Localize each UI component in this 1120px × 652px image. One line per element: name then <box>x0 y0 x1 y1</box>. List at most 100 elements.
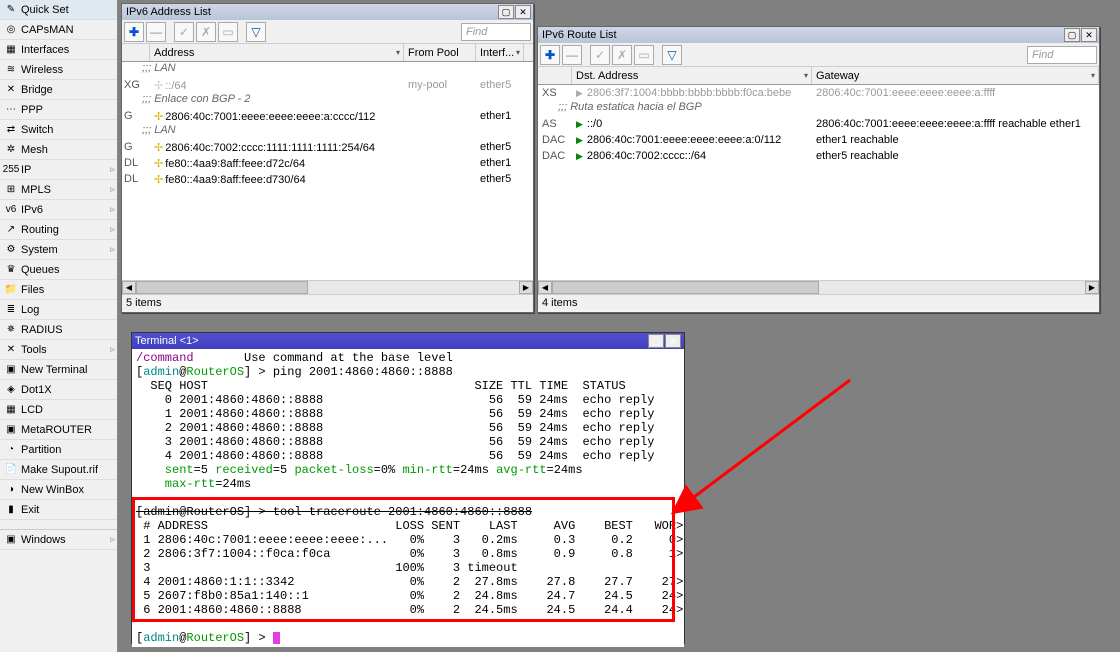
col-gateway[interactable]: Gateway▾ <box>812 67 1099 84</box>
sidebar-item-partition[interactable]: ◔Partition <box>0 440 117 460</box>
comment-row: ;;; Ruta estatica hacia el BGP <box>538 101 1099 116</box>
table-row[interactable]: AS▶::/02806:40c:7001:eeee:eeee:eeee:a:ff… <box>538 116 1099 132</box>
sidebar-label: Quick Set <box>21 4 114 16</box>
flags-cell: DL <box>122 157 150 169</box>
col-flags[interactable] <box>538 67 572 84</box>
sidebar-item-routing[interactable]: ↗Routing▹ <box>0 220 117 240</box>
sidebar-item-files[interactable]: 📁Files <box>0 280 117 300</box>
table-row[interactable]: G✢2806:40c:7001:eeee:eeee:eeee:a:cccc/11… <box>122 108 533 124</box>
table-row[interactable]: G✢2806:40c:7002:cccc:1111:1111:1111:254/… <box>122 139 533 155</box>
find-input[interactable]: Find <box>461 23 531 41</box>
filter-button[interactable]: ▽ <box>662 45 682 65</box>
table-row[interactable]: DL✢fe80::4aa9:8aff:feee:d72c/64ether1 <box>122 155 533 171</box>
table-row[interactable]: DAC▶2806:40c:7002:cccc::/64ether5 reacha… <box>538 148 1099 164</box>
address-icon: ✢ <box>154 158 163 170</box>
table-row[interactable]: XS▶2806:3f7:1004:bbbb:bbbb:bbbb:f0ca:beb… <box>538 85 1099 101</box>
sidebar-item-mesh[interactable]: ✲Mesh <box>0 140 117 160</box>
disable-button[interactable]: ✗ <box>196 22 216 42</box>
horizontal-scrollbar[interactable]: ◀ ▶ <box>122 280 533 294</box>
terminal-title: Terminal <1> <box>135 335 648 347</box>
ipv6-route-list-window: IPv6 Route List ▢ ✕ ✚ — ✓ ✗ ▭ ▽ Find Dst… <box>537 26 1100 313</box>
gateway-cell: ether5 reachable <box>812 150 1099 162</box>
submenu-indicator-icon: ▹ <box>110 224 115 235</box>
close-button[interactable]: ✕ <box>1081 28 1097 42</box>
scroll-left-icon[interactable]: ◀ <box>538 281 552 294</box>
table-row[interactable]: DAC▶2806:40c:7001:eeee:eeee:eeee:a:0/112… <box>538 132 1099 148</box>
sidebar-item-metarouter[interactable]: ▣MetaROUTER <box>0 420 117 440</box>
maximize-button[interactable]: ▢ <box>498 5 514 19</box>
titlebar[interactable]: IPv6 Route List ▢ ✕ <box>538 27 1099 43</box>
table-row[interactable]: XG✢::/64my-poolether5 <box>122 77 533 93</box>
find-input[interactable]: Find <box>1027 46 1097 64</box>
enable-button[interactable]: ✓ <box>174 22 194 42</box>
sidebar-item-wireless[interactable]: ≋Wireless <box>0 60 117 80</box>
titlebar[interactable]: IPv6 Address List ▢ ✕ <box>122 4 533 20</box>
maximize-button[interactable]: ▢ <box>648 334 664 348</box>
comment-button[interactable]: ▭ <box>634 45 654 65</box>
menu-icon: ⊞ <box>3 182 19 198</box>
status-bar: 4 items <box>538 294 1099 310</box>
sidebar-item-quick-set[interactable]: ✎Quick Set <box>0 0 117 20</box>
sidebar-item-system[interactable]: ⚙System▹ <box>0 240 117 260</box>
menu-icon: ✵ <box>3 322 19 338</box>
submenu-indicator-icon: ▹ <box>110 344 115 355</box>
col-address[interactable]: Address▾ <box>150 44 404 61</box>
sidebar-item-lcd[interactable]: ▦LCD <box>0 400 117 420</box>
col-from-pool[interactable]: From Pool <box>404 44 476 61</box>
sidebar-item-tools[interactable]: ✕Tools▹ <box>0 340 117 360</box>
remove-button[interactable]: — <box>146 22 166 42</box>
interface-cell: ether5 <box>476 141 524 153</box>
remove-button[interactable]: — <box>562 45 582 65</box>
sidebar-item-windows[interactable]: ▣ Windows ▹ <box>0 530 117 550</box>
comment-button[interactable]: ▭ <box>218 22 238 42</box>
titlebar[interactable]: Terminal <1> ▢ ✕ <box>132 333 684 349</box>
sidebar-item-new-winbox[interactable]: ◑New WinBox <box>0 480 117 500</box>
col-interface[interactable]: Interf...▾ <box>476 44 524 61</box>
sidebar-item-exit[interactable]: ▮Exit <box>0 500 117 520</box>
menu-icon: ✕ <box>3 82 19 98</box>
filter-button[interactable]: ▽ <box>246 22 266 42</box>
table-row[interactable]: DL✢fe80::4aa9:8aff:feee:d730/64ether5 <box>122 171 533 187</box>
sidebar-item-queues[interactable]: ♛Queues <box>0 260 117 280</box>
add-button[interactable]: ✚ <box>124 22 144 42</box>
comment-row: ;;; LAN <box>122 124 533 139</box>
close-button[interactable]: ✕ <box>515 5 531 19</box>
sidebar-item-interfaces[interactable]: ▦Interfaces <box>0 40 117 60</box>
col-dst-address[interactable]: Dst. Address▾ <box>572 67 812 84</box>
sidebar-item-dot1x[interactable]: ◈Dot1X <box>0 380 117 400</box>
sidebar-item-bridge[interactable]: ✕Bridge <box>0 80 117 100</box>
submenu-indicator-icon: ▹ <box>110 164 115 175</box>
close-button[interactable]: ✕ <box>665 334 681 348</box>
ipv6-address-list-window: IPv6 Address List ▢ ✕ ✚ — ✓ ✗ ▭ ▽ Find A… <box>121 3 534 313</box>
flags-cell: XG <box>122 79 150 91</box>
sidebar-item-ipv6[interactable]: v6IPv6▹ <box>0 200 117 220</box>
menu-icon: ◎ <box>3 22 19 38</box>
menu-icon: ↗ <box>3 222 19 238</box>
sidebar-item-switch[interactable]: ⇄Switch <box>0 120 117 140</box>
maximize-button[interactable]: ▢ <box>1064 28 1080 42</box>
sidebar-item-capsman[interactable]: ◎CAPsMAN <box>0 20 117 40</box>
scroll-right-icon[interactable]: ▶ <box>519 281 533 294</box>
sidebar-label: Routing <box>21 224 114 236</box>
sidebar-item-radius[interactable]: ✵RADIUS <box>0 320 117 340</box>
horizontal-scrollbar[interactable]: ◀ ▶ <box>538 280 1099 294</box>
sidebar-item-new-terminal[interactable]: ▣New Terminal <box>0 360 117 380</box>
col-flags[interactable] <box>122 44 150 61</box>
sidebar-item-mpls[interactable]: ⊞MPLS▹ <box>0 180 117 200</box>
scroll-right-icon[interactable]: ▶ <box>1085 281 1099 294</box>
table-header: Dst. Address▾ Gateway▾ <box>538 67 1099 85</box>
disable-button[interactable]: ✗ <box>612 45 632 65</box>
sidebar-label: Interfaces <box>21 44 114 56</box>
sidebar-item-make-supout.rif[interactable]: 📄Make Supout.rif <box>0 460 117 480</box>
sidebar-item-log[interactable]: ≣Log <box>0 300 117 320</box>
enable-button[interactable]: ✓ <box>590 45 610 65</box>
add-button[interactable]: ✚ <box>540 45 560 65</box>
terminal-output[interactable]: /command Use command at the base level [… <box>132 349 684 647</box>
sidebar-item-ppp[interactable]: ⋯PPP <box>0 100 117 120</box>
scroll-left-icon[interactable]: ◀ <box>122 281 136 294</box>
menu-icon: ▮ <box>3 502 19 518</box>
flags-cell: XS <box>538 87 572 99</box>
sidebar-label: Files <box>21 284 114 296</box>
flags-cell: DL <box>122 173 150 185</box>
sidebar-item-ip[interactable]: 255IP▹ <box>0 160 117 180</box>
